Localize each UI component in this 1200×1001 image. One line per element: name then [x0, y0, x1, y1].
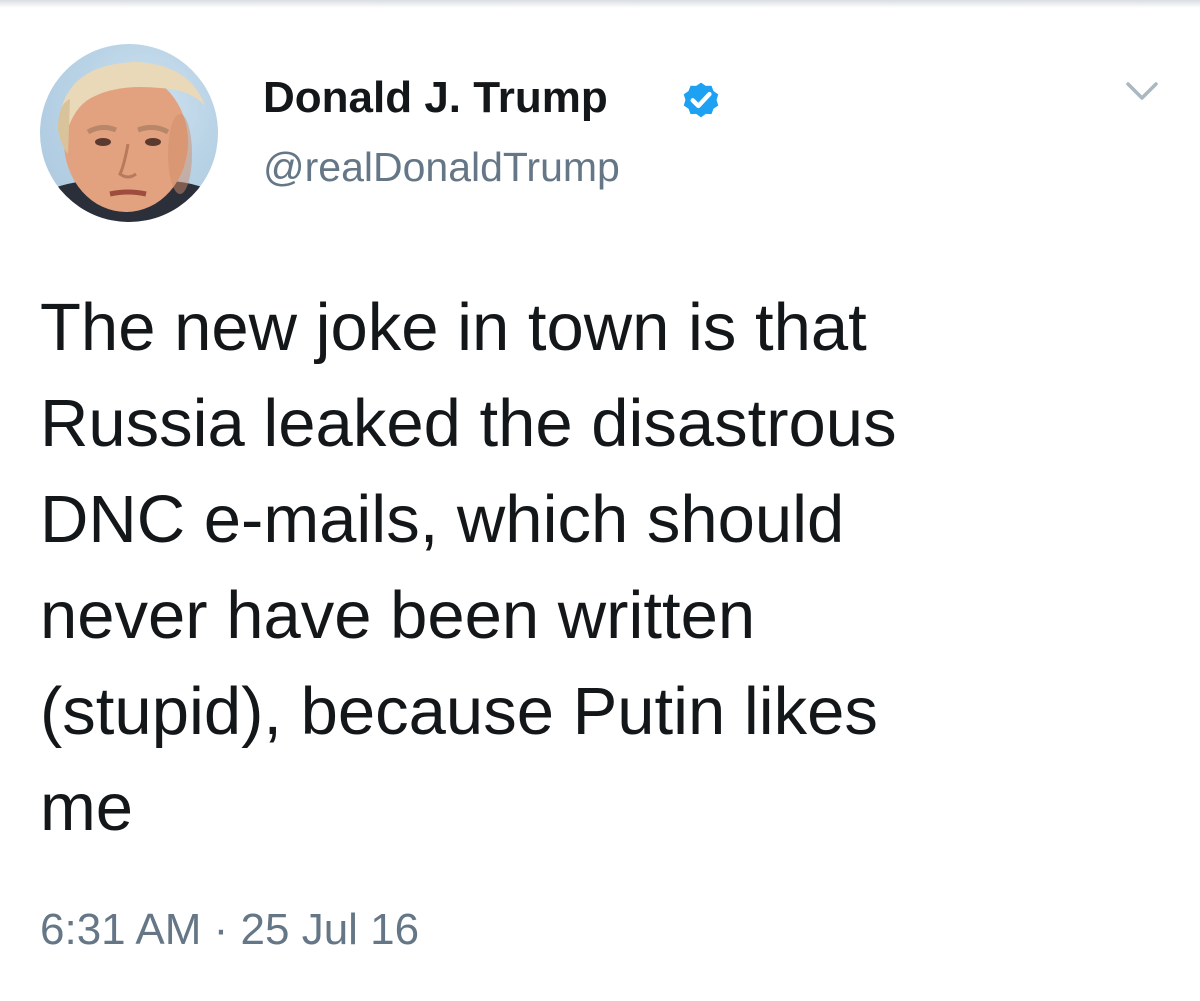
tweet-timestamp[interactable]: 6:31 AM · 25 Jul 16 [40, 905, 419, 955]
tweet-text: The new joke in town is that Russia leak… [40, 290, 897, 845]
user-handle[interactable]: @realDonaldTrump [263, 144, 620, 191]
avatar[interactable] [40, 44, 218, 222]
display-name[interactable]: Donald J. Trump [263, 73, 608, 123]
chevron-down-icon[interactable] [1122, 76, 1162, 106]
verified-badge-icon [683, 82, 719, 118]
tweet-card: Donald J. Trump @realDonaldTrump The new… [0, 0, 1200, 1001]
avatar-portrait [40, 62, 218, 222]
